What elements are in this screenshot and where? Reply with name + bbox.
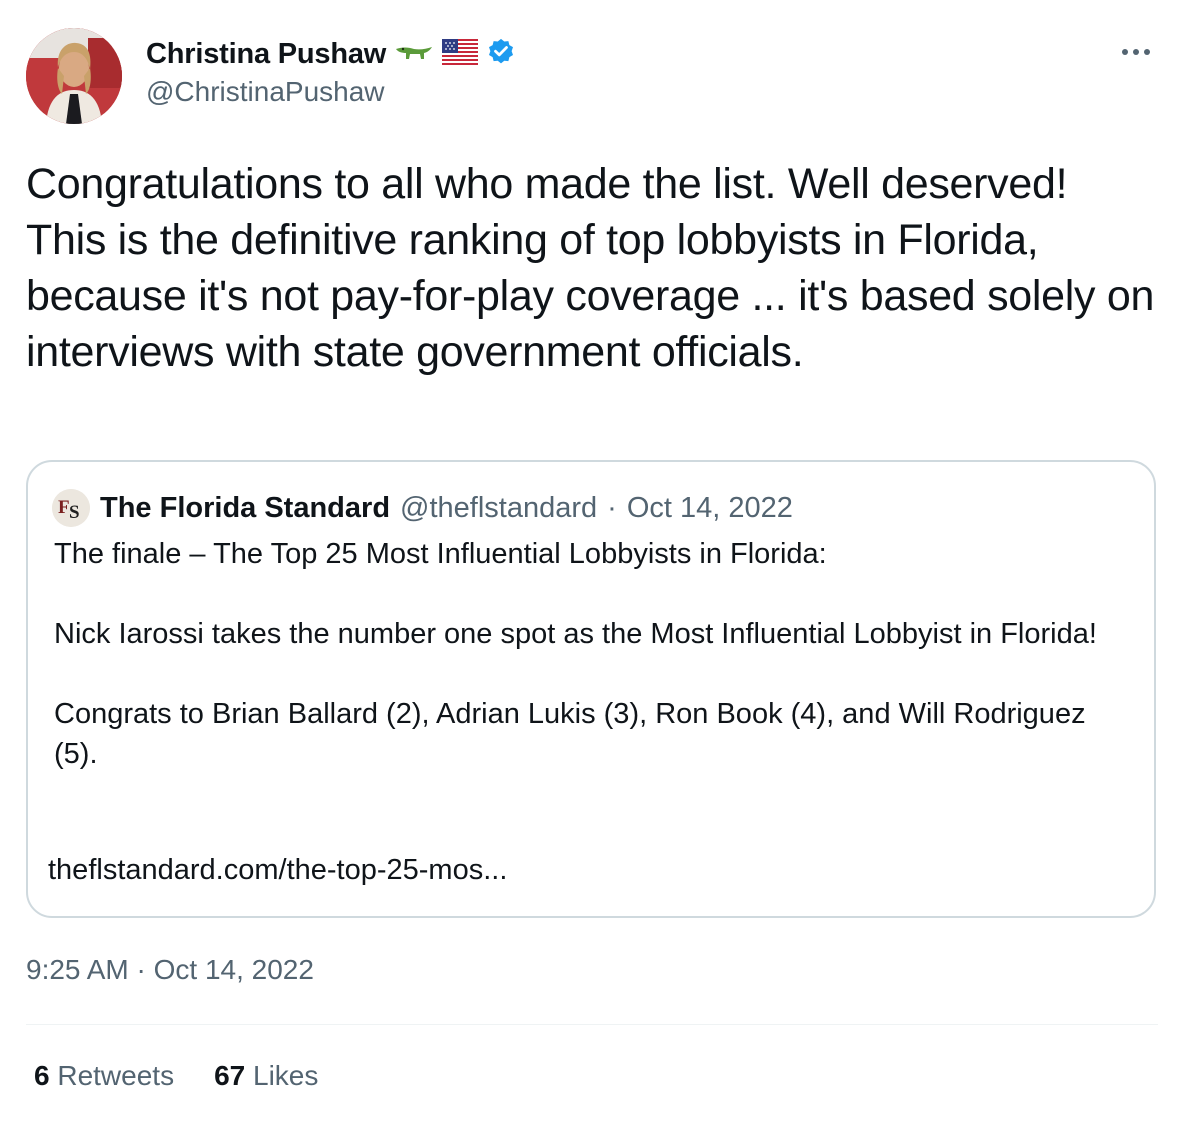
- svg-text:F: F: [58, 497, 70, 518]
- svg-text:S: S: [69, 502, 80, 523]
- likes-label: Likes: [253, 1060, 319, 1091]
- florida-standard-logo-icon[interactable]: F S: [52, 489, 90, 527]
- more-options-icon[interactable]: [1118, 40, 1154, 64]
- retweets-stat[interactable]: 6 Retweets: [34, 1060, 174, 1092]
- author-name[interactable]: Christina Pushaw: [146, 38, 386, 71]
- likes-stat[interactable]: 67 Likes: [214, 1060, 318, 1092]
- quoted-link[interactable]: theflstandard.com/the-top-25-mos...: [48, 854, 507, 887]
- quoted-date[interactable]: Oct 14, 2022: [627, 492, 793, 525]
- engagement-stats: 6 Retweets 67 Likes: [34, 1060, 318, 1092]
- quoted-separator: ·: [607, 491, 617, 524]
- retweets-count: 6: [34, 1060, 50, 1091]
- quoted-tweet[interactable]: F S The Florida Standard @theflstandard …: [26, 460, 1156, 918]
- verified-badge-icon: [486, 37, 516, 72]
- quoted-paragraph: Congrats to Brian Ballard (2), Adrian Lu…: [54, 698, 1086, 770]
- likes-count: 67: [214, 1060, 246, 1091]
- us-flag-icon: [442, 38, 479, 70]
- author-name-row: Christina Pushaw: [146, 36, 516, 72]
- alligator-icon: [394, 41, 434, 68]
- avatar-image: [26, 28, 122, 124]
- author-handle[interactable]: @ChristinaPushaw: [146, 76, 385, 108]
- tweet-text: Congratulations to all who made the list…: [26, 160, 1155, 376]
- quoted-paragraph: The finale – The Top 25 Most Influential…: [54, 538, 827, 570]
- tweet: Christina Pushaw @ChristinaPushaw Congra…: [0, 0, 1190, 1124]
- quoted-author-handle[interactable]: @theflstandard: [400, 492, 597, 525]
- avatar[interactable]: [26, 28, 122, 124]
- divider: [26, 1024, 1158, 1025]
- quoted-paragraph: Nick Iarossi takes the number one spot a…: [54, 618, 1097, 650]
- quoted-tweet-text: The finale – The Top 25 Most Influential…: [54, 534, 1134, 814]
- retweets-label: Retweets: [57, 1060, 175, 1091]
- quoted-author-name[interactable]: The Florida Standard: [100, 492, 390, 525]
- quoted-tweet-header: F S The Florida Standard @theflstandard …: [52, 488, 793, 528]
- tweet-timestamp[interactable]: 9:25 AM · Oct 14, 2022: [26, 954, 314, 986]
